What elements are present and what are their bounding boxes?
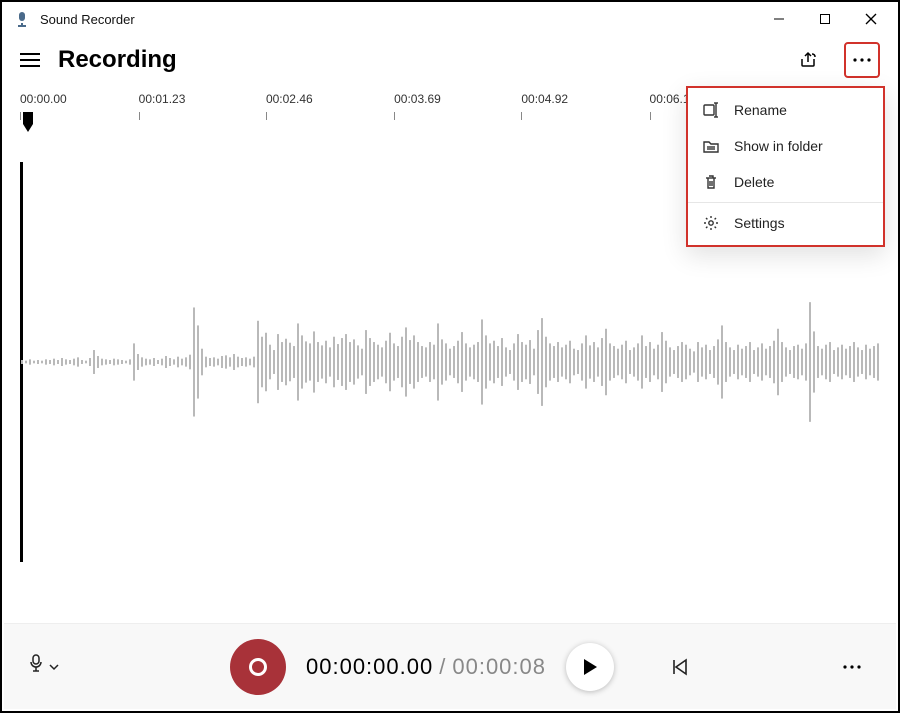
menu-hamburger-button[interactable]: [20, 52, 40, 68]
menu-item-rename[interactable]: Rename: [688, 92, 883, 128]
header: Recording: [2, 36, 898, 84]
current-time: 00:00:00.00: [306, 654, 433, 680]
gear-icon: [702, 215, 720, 231]
menu-item-show-in-folder[interactable]: Show in folder: [688, 128, 883, 164]
total-time: 00:00:08: [452, 654, 546, 680]
waveform-icon: [20, 292, 880, 432]
timeline-tick: 00:01.23: [139, 92, 186, 106]
share-button[interactable]: [790, 42, 826, 78]
play-icon: [581, 657, 599, 677]
time-separator: /: [439, 654, 446, 680]
title-bar: Sound Recorder: [2, 2, 898, 36]
menu-item-label: Settings: [734, 215, 785, 231]
menu-item-label: Delete: [734, 174, 774, 190]
menu-separator: [688, 202, 883, 203]
skip-previous-icon: [671, 658, 689, 676]
mic-icon: [28, 654, 44, 679]
window-minimize-button[interactable]: [756, 2, 802, 36]
record-icon: [249, 658, 267, 676]
app-icon: [14, 11, 30, 27]
trash-icon: [702, 174, 720, 190]
window-maximize-button[interactable]: [802, 2, 848, 36]
timeline-tick: 00:02.46: [266, 92, 313, 106]
player-more-button[interactable]: [832, 664, 872, 670]
menu-item-label: Show in folder: [734, 138, 823, 154]
skip-previous-button[interactable]: [664, 651, 696, 683]
page-title: Recording: [58, 46, 177, 74]
rename-icon: [702, 102, 720, 118]
menu-item-label: Rename: [734, 102, 787, 118]
window-close-button[interactable]: [848, 2, 894, 36]
more-options-button[interactable]: [844, 42, 880, 78]
menu-item-settings[interactable]: Settings: [688, 205, 883, 241]
time-display: 00:00:00.00 / 00:00:08: [306, 654, 546, 680]
more-options-menu: Rename Show in folder Delete Settings: [686, 86, 885, 247]
record-button[interactable]: [230, 639, 286, 695]
playhead-marker-icon[interactable]: [20, 112, 36, 134]
menu-item-delete[interactable]: Delete: [688, 164, 883, 200]
mic-input-selector[interactable]: [28, 654, 60, 679]
app-title: Sound Recorder: [40, 12, 135, 27]
timeline-tick: 00:03.69: [394, 92, 441, 106]
timeline-tick: 00:00.00: [20, 92, 67, 106]
play-button[interactable]: [566, 643, 614, 691]
timeline-tick: 00:04.92: [521, 92, 568, 106]
player-bar: 00:00:00.00 / 00:00:08: [4, 623, 896, 709]
folder-icon: [702, 138, 720, 154]
chevron-down-icon: [48, 658, 60, 676]
